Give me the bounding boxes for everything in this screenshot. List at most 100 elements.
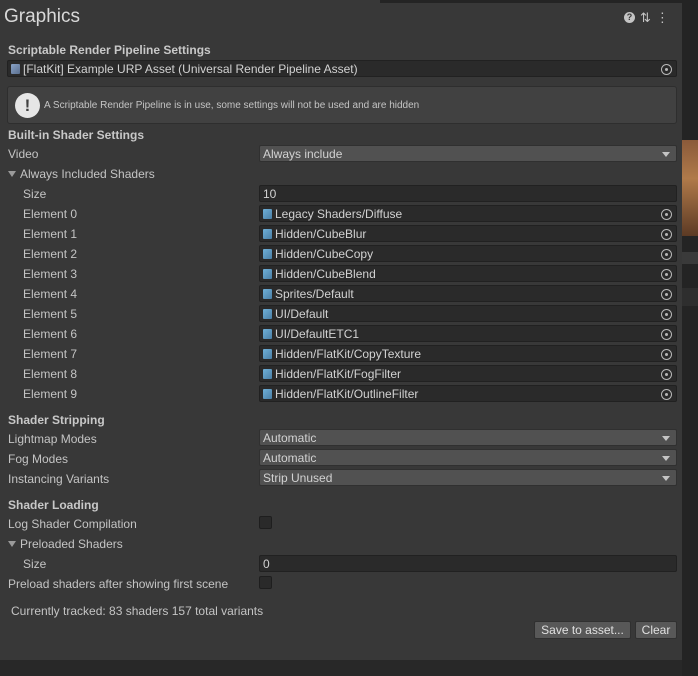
shader-object-field[interactable]: UI/Default: [259, 305, 677, 322]
scene-divider: [682, 252, 698, 264]
log-compilation-label: Log Shader Compilation: [8, 517, 137, 531]
shader-value: UI/DefaultETC1: [275, 327, 360, 341]
shader-icon: [263, 369, 272, 379]
object-picker-icon[interactable]: [661, 269, 672, 280]
object-picker-icon[interactable]: [661, 309, 672, 320]
fog-dropdown[interactable]: Automatic: [259, 449, 677, 466]
shader-icon: [263, 329, 272, 339]
preloaded-size-field[interactable]: 0: [259, 555, 677, 572]
srp-heading: Scriptable Render Pipeline Settings: [8, 43, 211, 57]
tracked-status: Currently tracked: 83 shaders 157 total …: [11, 604, 264, 618]
shader-object-field[interactable]: Sprites/Default: [259, 285, 677, 302]
object-picker-icon[interactable]: [661, 249, 672, 260]
preloaded-size-label: Size: [23, 557, 47, 571]
shader-icon: [263, 349, 272, 359]
shader-object-field[interactable]: Hidden/CubeBlur: [259, 225, 677, 242]
always-size-value: 10: [263, 187, 277, 201]
always-included-foldout[interactable]: Always Included Shaders: [8, 167, 155, 181]
element-label: Element 4: [23, 287, 78, 301]
object-picker-icon[interactable]: [661, 349, 672, 360]
element-label: Element 0: [23, 207, 78, 221]
srp-warning-box: ! A Scriptable Render Pipeline is in use…: [7, 86, 677, 124]
object-picker-icon[interactable]: [661, 329, 672, 340]
shader-value: Legacy Shaders/Diffuse: [275, 207, 403, 221]
element-label: Element 6: [23, 327, 78, 341]
object-picker-icon[interactable]: [661, 369, 672, 380]
shader-icon: [263, 209, 272, 219]
lightmap-dropdown[interactable]: Automatic: [259, 429, 677, 446]
shader-value: Sprites/Default: [275, 287, 354, 301]
header-icons: ? ⇅ ⋮: [624, 11, 669, 24]
element-label: Element 5: [23, 307, 78, 321]
lightmap-label: Lightmap Modes: [8, 432, 97, 446]
video-dropdown[interactable]: Always include: [259, 145, 677, 162]
graphics-settings-panel: Graphics ? ⇅ ⋮ Scriptable Render Pipelin…: [0, 0, 682, 660]
warning-icon: !: [15, 93, 40, 118]
shader-icon: [263, 269, 272, 279]
shader-value: Hidden/FlatKit/FogFilter: [275, 367, 402, 381]
bottom-bar: [0, 660, 682, 676]
clear-button[interactable]: Clear: [635, 621, 677, 639]
shader-object-field[interactable]: Hidden/FlatKit/FogFilter: [259, 365, 677, 382]
fog-label: Fog Modes: [8, 452, 69, 466]
object-picker-icon[interactable]: [661, 209, 672, 220]
fog-value: Automatic: [263, 451, 317, 465]
srp-asset-value: [FlatKit] Example URP Asset (Universal R…: [23, 62, 358, 76]
shader-object-field[interactable]: Hidden/FlatKit/CopyTexture: [259, 345, 677, 362]
shader-icon: [263, 249, 272, 259]
builtin-heading: Built-in Shader Settings: [8, 128, 145, 142]
shader-object-field[interactable]: Legacy Shaders/Diffuse: [259, 205, 677, 222]
video-label: Video: [8, 147, 39, 161]
shader-value: Hidden/CubeBlend: [275, 267, 376, 281]
chevron-down-icon: [662, 456, 670, 461]
shader-icon: [263, 229, 272, 239]
render-pipeline-asset-icon: [11, 64, 20, 74]
object-picker-icon[interactable]: [661, 64, 672, 75]
shader-value: UI/Default: [275, 307, 329, 321]
always-size-field[interactable]: 10: [259, 185, 677, 202]
shader-object-field[interactable]: Hidden/CubeCopy: [259, 245, 677, 262]
page-title: Graphics: [4, 6, 81, 27]
object-picker-icon[interactable]: [661, 229, 672, 240]
scene-preview: [682, 140, 698, 236]
element-label: Element 1: [23, 227, 78, 241]
foldout-arrow-icon[interactable]: [8, 171, 16, 177]
element-label: Element 8: [23, 367, 78, 381]
preloaded-label: Preloaded Shaders: [20, 537, 123, 551]
shader-icon: [263, 289, 272, 299]
shader-object-field[interactable]: Hidden/CubeBlend: [259, 265, 677, 282]
scene-divider: [682, 288, 698, 306]
help-icon[interactable]: ?: [624, 12, 635, 23]
shader-value: Hidden/FlatKit/OutlineFilter: [275, 387, 419, 401]
foldout-arrow-icon[interactable]: [8, 541, 16, 547]
object-picker-icon[interactable]: [661, 389, 672, 400]
preloaded-foldout[interactable]: Preloaded Shaders: [8, 537, 123, 551]
shader-object-field[interactable]: UI/DefaultETC1: [259, 325, 677, 342]
chevron-down-icon: [662, 436, 670, 441]
chevron-down-icon: [662, 152, 670, 157]
stripping-heading: Shader Stripping: [8, 413, 105, 427]
video-value: Always include: [263, 147, 343, 161]
shader-icon: [263, 389, 272, 399]
preset-sliders-icon[interactable]: ⇅: [640, 11, 651, 24]
shader-value: Hidden/CubeCopy: [275, 247, 374, 261]
preloaded-size-value: 0: [263, 557, 270, 571]
instancing-label: Instancing Variants: [8, 472, 110, 486]
log-compilation-checkbox[interactable]: [259, 516, 272, 529]
instancing-dropdown[interactable]: Strip Unused: [259, 469, 677, 486]
element-label: Element 3: [23, 267, 78, 281]
more-vertical-icon[interactable]: ⋮: [656, 11, 669, 24]
srp-warning-text: A Scriptable Render Pipeline is in use, …: [44, 100, 420, 111]
chevron-down-icon: [662, 476, 670, 481]
shader-value: Hidden/FlatKit/CopyTexture: [275, 347, 422, 361]
srp-asset-field[interactable]: [FlatKit] Example URP Asset (Universal R…: [7, 60, 677, 77]
shader-icon: [263, 309, 272, 319]
object-picker-icon[interactable]: [661, 289, 672, 300]
preload-after-checkbox[interactable]: [259, 576, 272, 589]
save-to-asset-button[interactable]: Save to asset...: [534, 621, 631, 639]
lightmap-value: Automatic: [263, 431, 317, 445]
loading-heading: Shader Loading: [8, 498, 99, 512]
shader-value: Hidden/CubeBlur: [275, 227, 367, 241]
preload-after-label: Preload shaders after showing first scen…: [8, 577, 229, 591]
shader-object-field[interactable]: Hidden/FlatKit/OutlineFilter: [259, 385, 677, 402]
